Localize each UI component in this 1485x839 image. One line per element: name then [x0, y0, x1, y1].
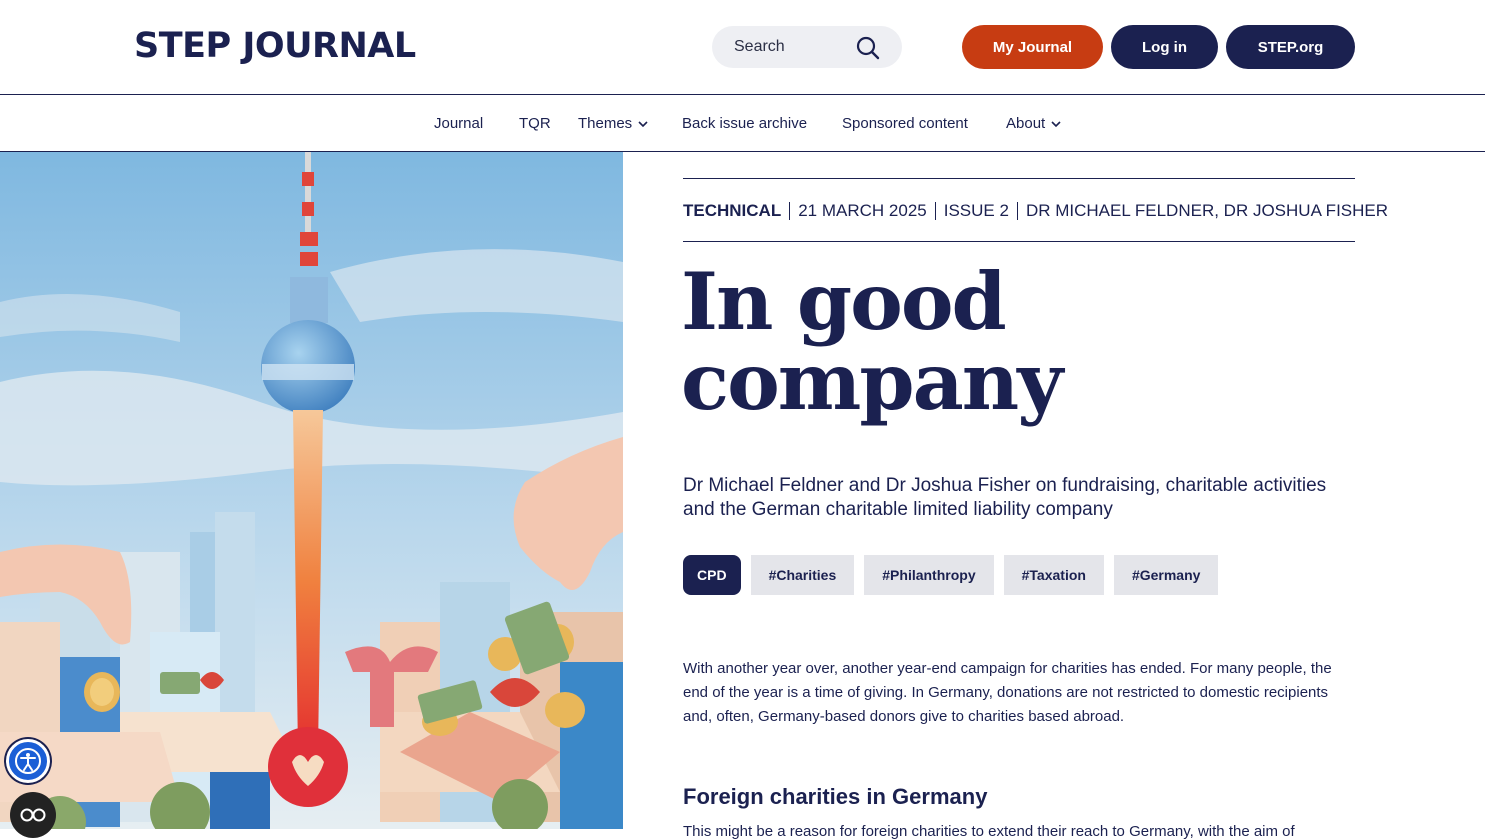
site-header: STEP JOURNAL My Journal Log in STEP.org	[0, 0, 1485, 95]
search-input[interactable]	[734, 36, 854, 58]
my-journal-button[interactable]: My Journal	[962, 25, 1103, 69]
search-bar[interactable]	[712, 26, 902, 68]
nav-item-about[interactable]: About	[1006, 115, 1061, 132]
nav-item-tqr[interactable]: TQR	[519, 115, 551, 132]
step-org-button[interactable]: STEP.org	[1226, 25, 1355, 69]
article-meta: TECHNICAL 21 MARCH 2025 ISSUE 2 DR MICHA…	[683, 201, 1388, 221]
article-issue[interactable]: ISSUE 2	[944, 201, 1009, 221]
article-title: In good company	[681, 262, 1361, 422]
nav-item-label: Themes	[578, 115, 633, 132]
article-title-line-2: company	[681, 335, 1063, 428]
tag-philanthropy[interactable]: #Philanthropy	[864, 555, 994, 595]
nav-item-label: TQR	[519, 115, 551, 132]
tag-taxation[interactable]: #Taxation	[1003, 555, 1104, 595]
nav-item-label: Back issue archive	[682, 115, 808, 132]
nav-item-label: Sponsored content	[842, 115, 968, 132]
search-icon[interactable]	[855, 35, 881, 61]
article-category[interactable]: TECHNICAL	[683, 201, 781, 221]
article-authors[interactable]: DR MICHAEL FELDNER, DR JOSHUA FISHER	[1026, 201, 1388, 221]
article-standfirst: Dr Michael Feldner and Dr Joshua Fisher …	[683, 475, 1327, 520]
nav-item-label: About	[1006, 115, 1046, 132]
meta-separator	[934, 202, 936, 220]
cookie-settings-button[interactable]	[10, 792, 56, 838]
nav-item-label: Journal	[434, 115, 484, 132]
meta-separator	[1016, 202, 1018, 220]
nav-item-sponsored-content[interactable]: Sponsored content	[842, 115, 968, 132]
meta-divider-top	[683, 178, 1355, 179]
accessibility-button[interactable]	[6, 739, 50, 783]
site-logo[interactable]: STEP JOURNAL	[134, 26, 416, 66]
nav-item-themes[interactable]: Themes	[578, 115, 648, 132]
nav-item-back-issue-archive[interactable]: Back issue archive	[682, 115, 807, 132]
nav-item-journal[interactable]: Journal	[434, 115, 483, 132]
berlin-tv-tower-illustration	[0, 152, 623, 829]
main-nav: Journal TQR Themes Back issue archive Sp…	[0, 95, 1485, 152]
login-button[interactable]: Log in	[1111, 25, 1218, 69]
section-heading: Foreign charities in Germany	[683, 784, 988, 809]
cpd-badge[interactable]: CPD	[683, 555, 741, 595]
article-paragraph: With another year over, another year-end…	[683, 660, 1332, 725]
hero-illustration	[0, 152, 623, 829]
tag-charities[interactable]: #Charities	[750, 555, 855, 595]
cookie-settings-icon	[20, 808, 46, 822]
meta-divider-bottom	[683, 241, 1355, 242]
meta-separator	[789, 202, 791, 220]
tag-germany[interactable]: #Germany	[1113, 555, 1219, 595]
article-date: 21 MARCH 2025	[798, 201, 927, 220]
chevron-down-icon	[638, 120, 648, 127]
article-paragraph: This might be a reason for foreign chari…	[683, 823, 1295, 839]
chevron-down-icon	[1051, 120, 1061, 127]
accessibility-icon	[15, 748, 41, 774]
tag-list: CPD #Charities #Philanthropy #Taxation #…	[683, 555, 1219, 595]
